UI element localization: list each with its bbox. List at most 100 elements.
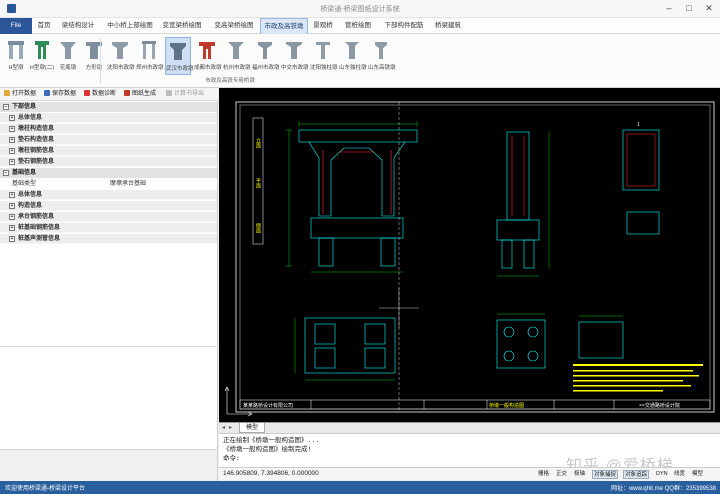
cad-drawing: 立面 平面 侧面 1 某某路桥设计有限公司 桥墩一般构造图 ××交通路桥设计院 <box>224 101 715 417</box>
cad-canvas[interactable]: 立面 平面 侧面 1 某某路桥设计有限公司 桥墩一般构造图 ××交通路桥设计院 <box>219 88 720 422</box>
title-drawing-name: 桥墩一般构造图 <box>489 402 524 409</box>
ribbon-group-separator <box>100 38 101 84</box>
menu-bridge-architecture[interactable]: 桥梁建筑 <box>432 18 464 34</box>
ribbon-shenyang-single-pier[interactable]: 沈阳独柱墩 <box>310 37 338 75</box>
status-bar: 146.905809, 7.394806, 0.000000 栅格 正交 极轴 … <box>219 467 720 480</box>
ribbon-shandong-single-pier[interactable]: 山东独柱墩 <box>339 37 367 75</box>
status-dyn-toggle[interactable]: DYN <box>655 470 669 479</box>
collapse-icon[interactable]: − <box>3 170 9 176</box>
maximize-icon[interactable]: □ <box>680 2 698 15</box>
shandong-single-pier-icon <box>345 42 359 59</box>
tree-item[interactable]: + 墩柱构造信息 <box>0 124 217 134</box>
crosshair-cursor <box>379 288 419 328</box>
status-osnap-toggle[interactable]: 对象捕捉 <box>592 470 619 479</box>
collapse-icon[interactable]: − <box>3 104 9 110</box>
ribbon-wuhan-pier[interactable]: 武汉市政墩 <box>165 37 194 75</box>
side-label-1: 立面 <box>255 137 261 149</box>
ribbon-h-pier[interactable]: H型墩 <box>3 37 29 75</box>
section-substructure[interactable]: − 下部信息 <box>0 102 217 112</box>
ribbon: H型墩 H型墩(二) 花瓶墩 方形墩 沈阳市政墩 郑州市政墩 武汉市政墩 成都市… <box>0 34 720 88</box>
expand-icon[interactable]: + <box>9 137 15 143</box>
title-bar: 桥梁通-桥梁图纸设计系统 – □ ✕ <box>0 0 720 18</box>
menu-pipe-pile[interactable]: 管桩绘图 <box>342 18 374 34</box>
menu-small-bridge[interactable]: 中小桥上部绘图 <box>104 18 156 34</box>
open-data-button[interactable]: 打开数据 <box>4 89 36 100</box>
menu-variable-height[interactable]: 变高梁桥绘图 <box>210 18 258 34</box>
ribbon-square-pier[interactable]: 方形墩 <box>81 37 107 75</box>
expand-icon[interactable]: + <box>9 126 15 132</box>
h-pier-icon <box>8 41 24 59</box>
expand-icon[interactable]: + <box>9 236 15 242</box>
diagnose-data-button[interactable]: 数据诊断 <box>84 89 116 100</box>
status-grid-toggle[interactable]: 栅格 <box>537 470 550 479</box>
tree-item[interactable]: + 桩基声测管信息 <box>0 234 217 244</box>
close-icon[interactable]: ✕ <box>700 2 718 15</box>
ribbon-zhengzhou-pier[interactable]: 郑州市政墩 <box>136 37 164 75</box>
section-foundation[interactable]: − 基础信息 <box>0 168 217 178</box>
menu-bar: File 首页 梁结构设计 中小桥上部绘图 变宽梁桥绘图 变高梁桥绘图 市政及高… <box>0 18 720 34</box>
tab-model[interactable]: 模型 <box>239 423 266 433</box>
ribbon-hangzhou-pier[interactable]: 杭州市政墩 <box>223 37 251 75</box>
expand-icon[interactable]: + <box>9 192 15 198</box>
menu-home[interactable]: 首页 <box>32 18 56 34</box>
expand-icon[interactable]: + <box>9 214 15 220</box>
expand-icon[interactable]: + <box>9 115 15 121</box>
tree-item[interactable]: + 总体信息 <box>0 113 217 123</box>
tree-item[interactable]: + 垫石构造信息 <box>0 135 217 145</box>
ribbon-fuzhou-pier[interactable]: 福州市政墩 <box>252 37 280 75</box>
status-model-toggle[interactable]: 模型 <box>691 470 704 479</box>
coordinate-readout: 146.905809, 7.394806, 0.000000 <box>223 470 319 477</box>
ribbon-group-label: 市政及高铁专用桥墩 <box>205 78 255 84</box>
menu-girder-design[interactable]: 梁结构设计 <box>58 18 98 34</box>
foundation-type-value[interactable]: 摩擦承台基础 <box>110 179 146 189</box>
tab-next-icon[interactable]: ▸ <box>229 423 232 433</box>
tab-prev-icon[interactable]: ◂ <box>222 423 225 433</box>
generate-drawing-button[interactable]: 图纸生成 <box>124 89 156 100</box>
minimize-icon[interactable]: – <box>660 2 678 15</box>
save-data-button[interactable]: 保存数据 <box>44 89 76 100</box>
vase-pier-icon <box>60 42 76 59</box>
expand-icon[interactable]: + <box>9 148 15 154</box>
menu-substructure-rebar[interactable]: 下部构件配筋 <box>382 18 426 34</box>
expand-icon[interactable]: + <box>9 225 15 231</box>
status-ortho-toggle[interactable]: 正交 <box>555 470 568 479</box>
tree-item[interactable]: + 垫石钢筋信息 <box>0 157 217 167</box>
menu-landscape-bridge[interactable]: 景观桥 <box>310 18 336 34</box>
ribbon-h-pier-2[interactable]: H型墩(二) <box>29 37 55 75</box>
tree-item[interactable]: + 总体信息 <box>0 190 217 200</box>
wuhan-pier-icon <box>170 43 186 60</box>
foundation-type-row[interactable]: 基础类型 摩擦承台基础 <box>0 179 217 189</box>
chengdu-pier-icon <box>199 42 215 59</box>
shenyang-single-pier-icon <box>316 42 330 59</box>
menu-variable-width[interactable]: 变宽梁桥绘图 <box>158 18 206 34</box>
tree-item[interactable]: + 承台钢筋信息 <box>0 212 217 222</box>
ribbon-shenyang-pier[interactable]: 沈阳市政墩 <box>107 37 135 75</box>
menu-municipal-pier[interactable]: 市政及高铁墩 <box>260 18 308 34</box>
command-line: 正在绘制《桥墩一般构造图》... <box>223 436 320 444</box>
drawing-icon <box>124 90 130 96</box>
ribbon-chengdu-pier[interactable]: 成都市政墩 <box>194 37 222 75</box>
contact-info: 网址：www.qhit.me QQ群：235399538 <box>610 486 716 492</box>
tree-item[interactable]: + 桩基础钢筋信息 <box>0 223 217 233</box>
ribbon-vase-pier[interactable]: 花瓶墩 <box>55 37 81 75</box>
expand-icon[interactable]: + <box>9 203 15 209</box>
ribbon-zhongjiao-pier[interactable]: 中交市政墩 <box>281 37 309 75</box>
title-project: ××交通路桥设计院 <box>639 402 680 409</box>
menu-file[interactable]: File <box>0 18 32 34</box>
status-otrack-toggle[interactable]: 对象追踪 <box>623 470 650 479</box>
side-label-2: 平面 <box>255 178 261 189</box>
app-status-bar: 欢迎使用桥梁通-桥梁设计平台 网址：www.qhit.me QQ群：235399… <box>0 481 720 494</box>
ribbon-shandong-hsr-pier[interactable]: 山东高铁墩 <box>368 37 396 75</box>
expand-icon[interactable]: + <box>9 159 15 165</box>
export-icon <box>166 90 172 96</box>
status-polar-toggle[interactable]: 极轴 <box>573 470 586 479</box>
diagnose-icon <box>84 90 90 96</box>
status-lineweight-toggle[interactable]: 线宽 <box>673 470 686 479</box>
layout-tabs: ◂ ▸ 模型 <box>219 422 720 433</box>
tree-item[interactable]: + 墩柱钢筋信息 <box>0 146 217 156</box>
tree-item[interactable]: + 构造信息 <box>0 201 217 211</box>
hangzhou-pier-icon <box>228 42 244 59</box>
export-calc-button[interactable]: 计算书导出 <box>166 89 204 100</box>
welcome-message: 欢迎使用桥梁通-桥梁设计平台 <box>5 486 85 492</box>
title-company: 某某路桥设计有限公司 <box>243 402 293 409</box>
